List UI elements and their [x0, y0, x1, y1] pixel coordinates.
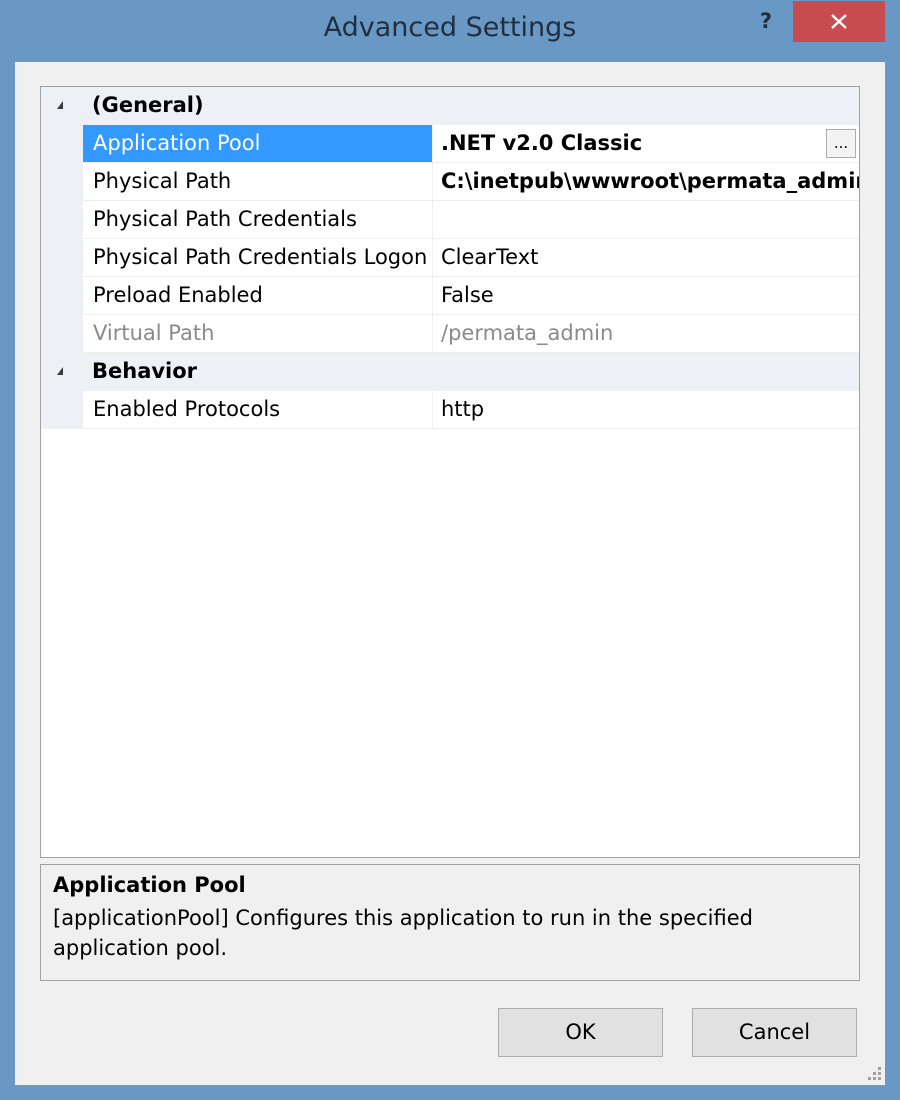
property-row-virtual-path[interactable]: Virtual Path /permata_admin — [41, 315, 859, 353]
property-name[interactable]: Physical Path Credentials Logon — [83, 239, 432, 277]
ok-button[interactable]: OK — [498, 1008, 663, 1057]
property-value[interactable]: /permata_admin — [432, 315, 859, 353]
property-row-physical-path-credentials[interactable]: Physical Path Credentials — [41, 201, 859, 239]
property-row-application-pool[interactable]: Application Pool .NET v2.0 Classic ... — [41, 125, 859, 163]
collapse-arrow-icon[interactable] — [57, 367, 63, 375]
property-value[interactable]: ClearText — [432, 239, 859, 277]
category-label: Behavior — [92, 359, 198, 383]
property-name[interactable]: Virtual Path — [83, 315, 432, 353]
dialog-client-area: (General) Application Pool .NET v2.0 Cla… — [15, 62, 885, 1085]
description-panel: Application Pool [applicationPool] Confi… — [40, 864, 860, 981]
category-behavior[interactable]: Behavior — [41, 353, 859, 391]
row-gutter — [41, 239, 83, 277]
description-text: [applicationPool] Configures this applic… — [53, 906, 753, 960]
property-name[interactable]: Physical Path Credentials — [83, 201, 432, 239]
category-label: (General) — [92, 93, 204, 117]
property-row-physical-path-credentials-logon[interactable]: Physical Path Credentials Logon ClearTex… — [41, 239, 859, 277]
row-gutter — [41, 125, 83, 163]
property-value[interactable] — [432, 201, 859, 239]
collapse-arrow-icon[interactable] — [57, 101, 63, 109]
title-bar[interactable]: Advanced Settings ? — [0, 0, 900, 62]
property-row-preload-enabled[interactable]: Preload Enabled False — [41, 277, 859, 315]
property-row-physical-path[interactable]: Physical Path C:\inetpub\wwwroot\permata… — [41, 163, 859, 201]
property-value[interactable]: http — [432, 391, 859, 429]
property-row-enabled-protocols[interactable]: Enabled Protocols http — [41, 391, 859, 429]
property-name[interactable]: Enabled Protocols — [83, 391, 432, 429]
property-name[interactable]: Application Pool — [83, 125, 432, 163]
row-gutter — [41, 277, 83, 315]
property-name[interactable]: Preload Enabled — [83, 277, 432, 315]
close-icon — [831, 14, 847, 29]
advanced-settings-window: Advanced Settings ? (General) Applicatio… — [0, 0, 900, 1100]
row-gutter — [41, 163, 83, 201]
property-name[interactable]: Physical Path — [83, 163, 432, 201]
property-value[interactable]: False — [432, 277, 859, 315]
property-grid[interactable]: (General) Application Pool .NET v2.0 Cla… — [40, 86, 860, 858]
close-button[interactable] — [793, 1, 885, 42]
description-title: Application Pool — [53, 873, 246, 897]
property-value[interactable]: C:\inetpub\wwwroot\permata_admin — [432, 163, 859, 201]
row-gutter — [41, 201, 83, 239]
row-gutter — [41, 391, 83, 429]
resize-grip-icon[interactable] — [863, 1062, 883, 1082]
help-button[interactable]: ? — [746, 4, 786, 40]
row-gutter — [41, 315, 83, 353]
cancel-button[interactable]: Cancel — [692, 1008, 857, 1057]
browse-ellipsis-button[interactable]: ... — [826, 129, 856, 158]
category-general[interactable]: (General) — [41, 87, 859, 125]
property-value[interactable]: .NET v2.0 Classic — [432, 125, 859, 163]
